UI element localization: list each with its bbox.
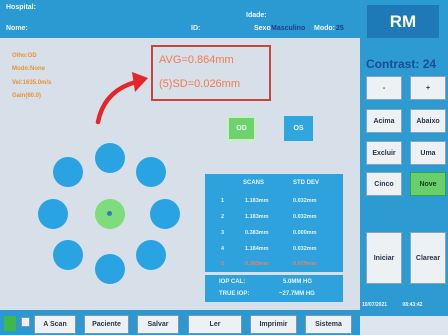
row-1-number: 1 bbox=[221, 198, 225, 204]
date-time: 10/07/2021 08:43:42 bbox=[362, 302, 422, 308]
status-indicator-icon bbox=[4, 316, 16, 331]
fixation-dot-bottom[interactable] bbox=[95, 254, 125, 284]
date-value: 10/07/2021 bbox=[362, 302, 388, 308]
patient-button[interactable]: Paciente bbox=[84, 315, 129, 334]
eye-info: Olho:OD bbox=[12, 53, 37, 59]
scans-table: SCANS STD DEV 1 1.183mm 0.032mm 2 1.183m… bbox=[205, 174, 343, 272]
id-label: ID: bbox=[191, 25, 201, 32]
row-1-std: 0.032mm bbox=[293, 198, 317, 204]
down-button[interactable]: Abaixo bbox=[410, 109, 446, 133]
mode-label: Modo: bbox=[314, 25, 335, 32]
print-button[interactable]: Imprimir bbox=[250, 315, 297, 334]
name-label: Nome: bbox=[6, 25, 28, 32]
one-scan-button[interactable]: Uma bbox=[410, 141, 446, 165]
fixation-dot-top-right[interactable] bbox=[136, 157, 166, 187]
contrast-label: Contrast: bbox=[366, 57, 420, 71]
fixation-dot-bottom-left[interactable] bbox=[53, 240, 83, 270]
patient-header bbox=[0, 0, 360, 38]
os-button[interactable]: OS bbox=[284, 116, 313, 141]
col-header-scans: SCANS bbox=[243, 180, 265, 186]
row-4-scan: 1.184mm bbox=[245, 246, 269, 252]
save-button[interactable]: Salvar bbox=[137, 315, 179, 334]
iop-panel: IOP CAL: 5.0MM HG TRUE IOP: ~27.7MM HG bbox=[205, 275, 343, 302]
fixation-dot-bottom-right[interactable] bbox=[136, 240, 166, 270]
sd-value: (5)SD=0.026mm bbox=[159, 78, 241, 90]
a-scan-button[interactable]: A Scan bbox=[34, 315, 76, 334]
delete-button[interactable]: Excluir bbox=[366, 141, 402, 165]
row-2-std: 0.032mm bbox=[293, 214, 317, 220]
contrast-plus-button[interactable]: + bbox=[410, 76, 446, 100]
iop-cal-value: 5.0MM HG bbox=[283, 279, 313, 285]
sex-value: Masculino bbox=[271, 25, 306, 32]
clear-button[interactable]: Clarear bbox=[410, 232, 446, 284]
row-5-std: 0.029mm bbox=[293, 261, 317, 267]
small-toggle-button[interactable] bbox=[21, 317, 30, 327]
fixation-dot-top-left[interactable] bbox=[53, 157, 83, 187]
row-2-scan: 1.183mm bbox=[245, 214, 269, 220]
age-label: Idade: bbox=[246, 12, 267, 19]
fixation-dot-left[interactable] bbox=[38, 199, 68, 229]
avg-value: AVG=0.864mm bbox=[159, 54, 234, 66]
true-iop-label: TRUE IOP: bbox=[219, 291, 250, 297]
row-3-std: 0.000mm bbox=[293, 230, 317, 236]
row-5-scan: 0.383mm bbox=[245, 261, 269, 267]
mode-info: Modo:None bbox=[12, 66, 45, 72]
five-scans-button[interactable]: Cinco bbox=[366, 172, 402, 196]
mode-value: 25 bbox=[336, 25, 344, 32]
velocity-info: Vel:1635.0m/s bbox=[12, 80, 52, 86]
od-button[interactable]: OD bbox=[227, 116, 256, 141]
row-4-std: 0.032mm bbox=[293, 246, 317, 252]
fixation-center-marker bbox=[107, 211, 112, 216]
contrast-minus-button[interactable]: - bbox=[366, 76, 402, 100]
contrast-value: 24 bbox=[422, 57, 437, 71]
gain-info: Gain(60.0) bbox=[12, 93, 42, 99]
row-4-number: 4 bbox=[221, 246, 225, 252]
row-2-number: 2 bbox=[221, 214, 225, 220]
hospital-label: Hospital: bbox=[6, 4, 36, 11]
row-3-scan: 0.383mm bbox=[245, 230, 269, 236]
nine-scans-button[interactable]: Nove bbox=[410, 172, 446, 196]
iop-cal-label: IOP CAL: bbox=[219, 279, 246, 285]
brand-logo: RM bbox=[367, 5, 439, 38]
row-3-number: 3 bbox=[221, 230, 225, 236]
annotation-arrow-icon bbox=[95, 72, 148, 125]
start-button[interactable]: Iniciar bbox=[366, 232, 402, 284]
time-value: 08:43:42 bbox=[402, 302, 423, 308]
system-button[interactable]: Sistema bbox=[305, 315, 352, 334]
col-header-std-dev: STD DEV bbox=[293, 180, 320, 186]
true-iop-value: ~27.7MM HG bbox=[279, 291, 315, 297]
contrast-readout: Contrast: 24 bbox=[366, 57, 436, 71]
measurement-result-box: AVG=0.864mm (5)SD=0.026mm bbox=[151, 45, 271, 101]
fixation-dot-right[interactable] bbox=[150, 199, 180, 229]
row-1-scan: 1.183mm bbox=[245, 198, 269, 204]
row-5-number: 5 bbox=[221, 261, 225, 267]
up-button[interactable]: Acima bbox=[366, 109, 402, 133]
fixation-dot-top[interactable] bbox=[95, 143, 125, 173]
read-button[interactable]: Ler bbox=[188, 315, 242, 334]
